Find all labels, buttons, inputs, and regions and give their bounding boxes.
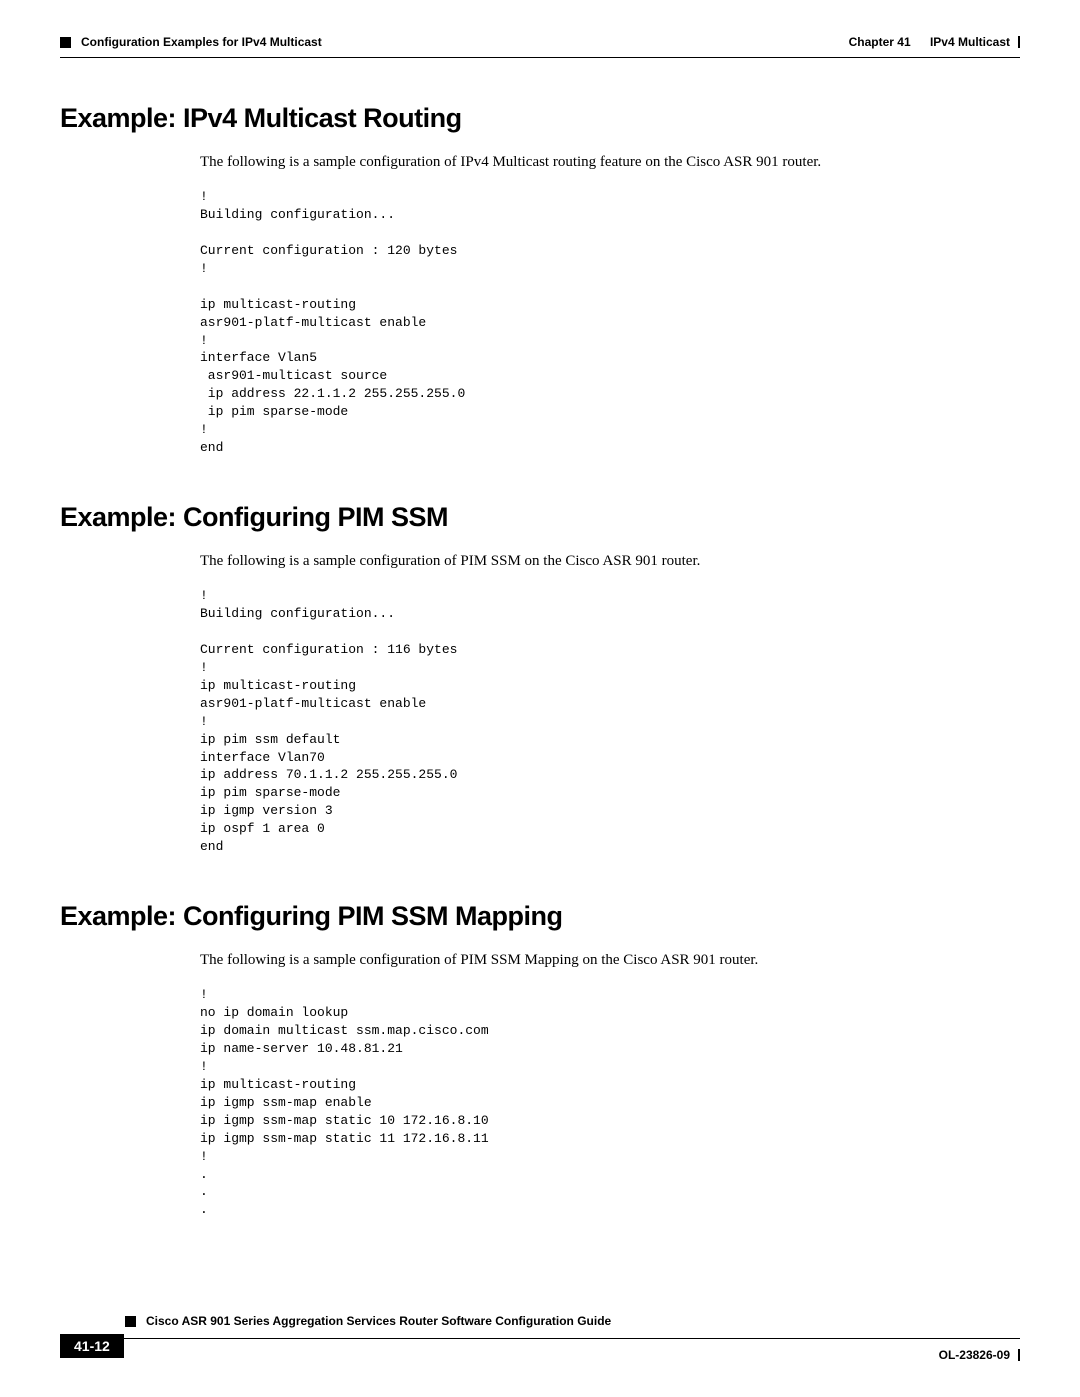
tick-icon	[1018, 36, 1020, 48]
code-block: ! Building configuration... Current conf…	[200, 587, 1020, 856]
code-block: ! Building configuration... Current conf…	[200, 188, 1020, 457]
doc-id: OL-23826-09	[939, 1348, 1010, 1362]
section-heading: Example: Configuring PIM SSM Mapping	[60, 901, 1020, 932]
chapter-label: Chapter 41	[849, 35, 911, 49]
guide-title: Cisco ASR 901 Series Aggregation Service…	[146, 1314, 611, 1328]
bullet-icon	[125, 1316, 136, 1327]
bullet-icon	[60, 37, 71, 48]
section-heading: Example: Configuring PIM SSM	[60, 502, 1020, 533]
header-divider	[60, 57, 1020, 58]
breadcrumb: Configuration Examples for IPv4 Multicas…	[81, 35, 322, 49]
page-number: 41-12	[60, 1334, 124, 1358]
section-intro: The following is a sample configuration …	[200, 152, 1020, 173]
page-header: Configuration Examples for IPv4 Multicas…	[60, 35, 1020, 49]
code-block: ! no ip domain lookup ip domain multicas…	[200, 986, 1020, 1219]
section-intro: The following is a sample configuration …	[200, 950, 1020, 971]
tick-icon	[1018, 1349, 1020, 1361]
section-intro: The following is a sample configuration …	[200, 551, 1020, 572]
section-heading: Example: IPv4 Multicast Routing	[60, 103, 1020, 134]
chapter-title: IPv4 Multicast	[930, 35, 1010, 49]
page-footer: Cisco ASR 901 Series Aggregation Service…	[60, 1314, 1020, 1362]
